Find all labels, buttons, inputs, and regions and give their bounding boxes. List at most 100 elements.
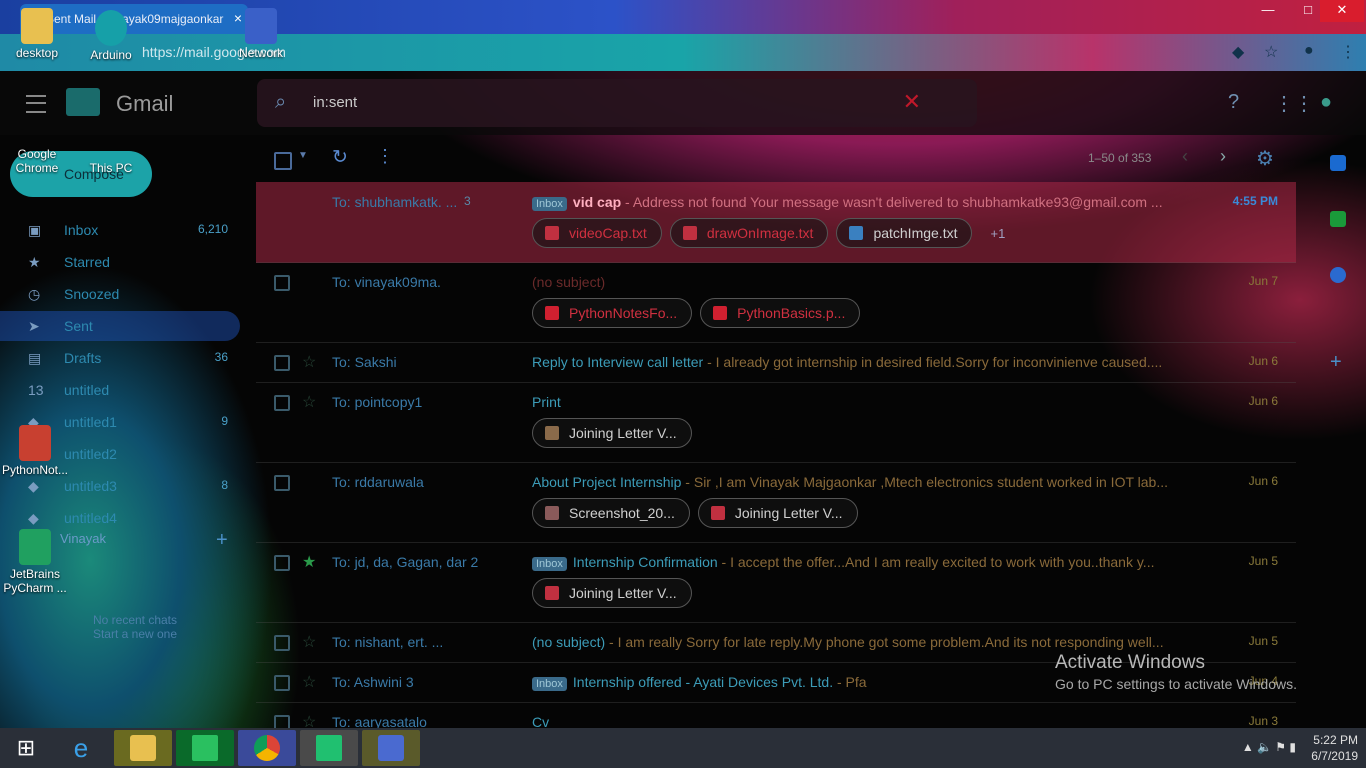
- attachment-chip[interactable]: drawOnImage.txt: [669, 218, 829, 248]
- gmail-wordmark[interactable]: Gmail: [116, 91, 173, 117]
- file-explorer-button[interactable]: [114, 730, 172, 766]
- attachment-chip[interactable]: Joining Letter V...: [532, 578, 692, 608]
- sidebar-item-starred[interactable]: ★ Starred: [0, 247, 240, 277]
- window-minimize-button[interactable]: —: [1248, 0, 1288, 22]
- next-page-icon[interactable]: ›: [1220, 146, 1226, 167]
- gear-icon[interactable]: ⚙: [1256, 146, 1274, 171]
- desktop-icon-desktop[interactable]: desktop: [2, 8, 72, 60]
- attachment-chip[interactable]: PythonNotesFo...: [532, 298, 693, 328]
- no-recent-chats: No recent chats Start a new one: [80, 613, 190, 641]
- row-date: Jun 6: [1248, 354, 1278, 368]
- nav-count: 8: [221, 478, 228, 492]
- more-attachments-chip[interactable]: +1: [980, 220, 1015, 248]
- image-file-icon: [545, 506, 559, 520]
- row-recipient: To: nishant, ert. ...: [332, 634, 444, 650]
- row-checkbox[interactable]: [274, 715, 290, 728]
- table-row[interactable]: To: vinayak09ma. (no subject) Jun 7 Pyth…: [256, 262, 1296, 343]
- select-menu-chevron-down-icon[interactable]: ▼: [298, 150, 308, 161]
- pycharm-button[interactable]: [300, 730, 358, 766]
- search-input[interactable]: in:sent: [313, 94, 357, 111]
- browser-menu-icon[interactable]: ⋮: [1340, 42, 1356, 62]
- inbox-label-badge[interactable]: Inbox: [532, 197, 567, 211]
- main-menu-icon[interactable]: [26, 95, 46, 113]
- row-checkbox[interactable]: [274, 355, 290, 371]
- desktop-icon-label: Arduino: [90, 48, 132, 62]
- row-checkbox[interactable]: [274, 635, 290, 651]
- attachment-chips: videoCap.txt drawOnImage.txt patchImge.txt…: [532, 218, 1015, 250]
- start-new-chat-link[interactable]: Start a new one: [80, 627, 190, 641]
- desktop-icon-arduino[interactable]: Arduino: [76, 10, 146, 62]
- sidebar-item-sent[interactable]: ➤ Sent: [0, 311, 240, 341]
- media-player-button[interactable]: [362, 730, 420, 766]
- sidebar-item-untitled[interactable]: 13 untitled: [0, 375, 240, 405]
- new-chat-plus-icon[interactable]: +: [216, 529, 228, 552]
- table-row[interactable]: ☆ To: Sakshi Reply to Interview call let…: [256, 342, 1296, 383]
- star-icon[interactable]: ★: [302, 552, 316, 572]
- bookmark-star-icon[interactable]: ☆: [1264, 42, 1278, 62]
- window-close-button[interactable]: ✕: [1320, 0, 1364, 22]
- search-bar[interactable]: ⌕ in:sent ✕: [257, 79, 977, 127]
- calendar-icon[interactable]: [1330, 155, 1346, 171]
- attachment-chip[interactable]: Joining Letter V...: [532, 418, 692, 448]
- star-icon[interactable]: ☆: [302, 672, 316, 692]
- pdf-icon: [19, 425, 51, 461]
- keep-icon[interactable]: [1330, 211, 1346, 227]
- star-icon[interactable]: ☆: [302, 632, 316, 652]
- desktop-icon-google-chrome[interactable]: Google Chrome: [2, 147, 72, 175]
- star-icon[interactable]: ☆: [302, 352, 316, 372]
- hangouts-user[interactable]: Vinayak: [60, 531, 106, 546]
- sidebar-item-drafts[interactable]: ▤ Drafts 36: [0, 343, 240, 373]
- row-snippet: - I am really Sorry for late reply.My ph…: [605, 634, 1164, 650]
- tasks-icon[interactable]: [1330, 267, 1346, 283]
- clear-search-icon[interactable]: ✕: [903, 89, 921, 115]
- table-row[interactable]: To: shubhamkatk. ... 3 Inbox vid cap - Ad…: [256, 182, 1296, 263]
- row-checkbox[interactable]: [274, 675, 290, 691]
- desktop-icon-pythonnotes[interactable]: PythonNot...: [0, 425, 70, 477]
- row-checkbox[interactable]: [274, 275, 290, 291]
- address-bar[interactable]: https://mail.google.com ◆ ☆ ● ⋮: [0, 34, 1366, 71]
- attachment-chip[interactable]: Joining Letter V...: [697, 498, 858, 528]
- inbox-label-badge[interactable]: Inbox: [532, 557, 567, 571]
- internet-explorer-icon[interactable]: e: [52, 730, 110, 766]
- star-icon[interactable]: ☆: [302, 712, 316, 728]
- store-button[interactable]: [176, 730, 234, 766]
- media-player-icon: [378, 735, 404, 761]
- add-addon-plus-icon[interactable]: +: [1330, 351, 1342, 374]
- chrome-button[interactable]: [238, 730, 296, 766]
- attachment-chip[interactable]: Screenshot_20...: [532, 498, 690, 528]
- table-row[interactable]: ☆ To: aaryasatalo Cv Jun 3: [256, 702, 1296, 728]
- more-options-icon[interactable]: ⋮: [376, 146, 394, 167]
- gmail-header: Gmail ⌕ in:sent ✕ ? ⋮⋮ ●: [0, 71, 1366, 135]
- extension-icon[interactable]: ◆: [1232, 42, 1244, 62]
- sidebar-item-inbox[interactable]: ▣ Inbox 6,210: [0, 215, 240, 245]
- table-row[interactable]: ☆ To: pointcopy1 Print Jun 6 Joining Let…: [256, 382, 1296, 463]
- row-checkbox[interactable]: [274, 475, 290, 491]
- search-icon[interactable]: ⌕: [275, 91, 286, 114]
- attachment-chip[interactable]: videoCap.txt: [532, 218, 662, 248]
- account-avatar[interactable]: ●: [1320, 91, 1332, 114]
- refresh-icon[interactable]: ↻: [332, 146, 348, 169]
- star-icon[interactable]: ☆: [302, 392, 316, 412]
- desktop-icon-network[interactable]: Network: [226, 8, 296, 60]
- desktop-icon-this-pc[interactable]: This PC: [76, 161, 146, 175]
- taskbar-clock[interactable]: 5:22 PM 6/7/2019: [1311, 732, 1358, 764]
- row-content: Cv: [532, 714, 1182, 728]
- table-row[interactable]: ★ To: jd, da, Gagan, dar 2 Inbox Internsh…: [256, 542, 1296, 623]
- attachment-chip[interactable]: PythonBasics.p...: [700, 298, 861, 328]
- inbox-label-badge[interactable]: Inbox: [532, 677, 567, 691]
- windows-start-icon[interactable]: ⊞: [4, 730, 48, 766]
- help-icon[interactable]: ?: [1228, 91, 1239, 114]
- select-all-checkbox[interactable]: [274, 152, 292, 170]
- apps-grid-icon[interactable]: ⋮⋮: [1274, 91, 1314, 116]
- previous-page-icon[interactable]: ‹: [1182, 146, 1188, 167]
- system-tray-icons[interactable]: ▲ 🔈 ⚑ ▮: [1242, 740, 1296, 754]
- gmail-logo-icon[interactable]: [66, 88, 100, 116]
- label-icon: ◆: [28, 510, 39, 526]
- profile-icon[interactable]: ●: [1304, 42, 1314, 60]
- attachment-chip[interactable]: patchImge.txt: [836, 218, 973, 248]
- table-row[interactable]: To: rddaruwala About Project Internship …: [256, 462, 1296, 543]
- sidebar-item-snoozed[interactable]: ◷ Snoozed: [0, 279, 240, 309]
- row-checkbox[interactable]: [274, 395, 290, 411]
- row-checkbox[interactable]: [274, 555, 290, 571]
- attachment-chips: Joining Letter V...: [532, 418, 700, 450]
